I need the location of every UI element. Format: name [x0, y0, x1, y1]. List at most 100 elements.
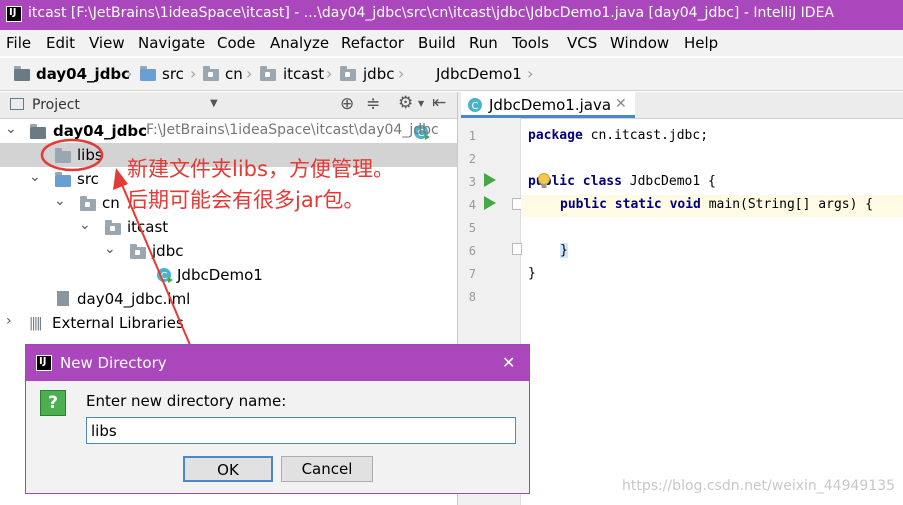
- line-number: 2: [468, 152, 476, 166]
- java-class-icon: C: [468, 98, 482, 112]
- svg-text:C: C: [472, 101, 479, 112]
- tree-item-label: src: [77, 170, 99, 188]
- title-bar: IJ itcast [F:\JetBrains\1ideaSpace\itcas…: [0, 0, 903, 30]
- package-folder-icon: [80, 196, 96, 211]
- chevron-down-icon[interactable]: ▼: [210, 98, 218, 109]
- tree-item-module[interactable]: ⌄ day04_jdbc F:\JetBrains\1ideaSpace\itc…: [0, 119, 457, 143]
- menu-help[interactable]: Help: [684, 34, 718, 52]
- tree-item-label: itcast: [127, 218, 169, 236]
- tree-item-iml[interactable]: day04_jdbc.iml: [0, 287, 457, 311]
- menu-navigate[interactable]: Navigate: [138, 34, 205, 52]
- code-text: cn.itcast.jdbc;: [582, 128, 709, 143]
- tree-item-jdbc[interactable]: ⌄ jdbc: [0, 239, 457, 263]
- tab-jdbcdemo1[interactable]: C JdbcDemo1.java ✕: [461, 92, 635, 118]
- cancel-button[interactable]: Cancel: [281, 456, 373, 482]
- menu-tools[interactable]: Tools: [512, 34, 549, 52]
- project-view-icon: [10, 98, 24, 110]
- tree-item-label: day04_jdbc.iml: [77, 290, 191, 308]
- dialog-title-bar[interactable]: IJ New Directory ✕: [26, 345, 529, 381]
- close-icon[interactable]: ✕: [502, 353, 515, 372]
- tree-item-external-libraries[interactable]: › |||‖ External Libraries: [0, 311, 457, 335]
- folder-icon: [55, 148, 71, 163]
- line-number: 5: [468, 221, 476, 235]
- tree-item-label: jdbc: [152, 242, 184, 260]
- breadcrumb-module[interactable]: day04_jdbc: [36, 65, 130, 83]
- menu-edit[interactable]: Edit: [46, 34, 75, 52]
- menu-build[interactable]: Build: [418, 34, 456, 52]
- code-line-7[interactable]: }: [528, 266, 536, 281]
- chevron-down-icon[interactable]: ⌄: [5, 121, 17, 137]
- tree-item-label: JdbcDemo1: [177, 266, 263, 284]
- dialog-prompt: Enter new directory name:: [86, 392, 287, 410]
- code-line-1[interactable]: package cn.itcast.jdbc;: [528, 128, 708, 143]
- gear-icon[interactable]: ⚙: [398, 93, 413, 113]
- breadcrumb-src[interactable]: src: [162, 65, 184, 83]
- breadcrumb: day04_jdbc › src › cn › itcast › jdbc › …: [0, 58, 903, 140]
- annotation-text-line1: 新建文件夹libs，方便管理。: [127, 157, 394, 181]
- code-keyword: public static void: [560, 197, 701, 212]
- code-text: main(String[] args) {: [700, 197, 874, 212]
- code-line-4[interactable]: public static void main(String[] args) {: [560, 197, 873, 212]
- intellij-logo-icon: IJ: [36, 355, 52, 371]
- menu-view[interactable]: View: [89, 34, 125, 52]
- menu-vcs[interactable]: VCS: [567, 34, 597, 52]
- package-folder-icon: [105, 220, 121, 235]
- breadcrumb-itcast[interactable]: itcast: [283, 65, 324, 83]
- run-icon[interactable]: [483, 172, 497, 188]
- ok-button[interactable]: OK: [183, 456, 273, 482]
- tree-item-itcast[interactable]: ⌄ itcast: [0, 215, 457, 239]
- line-number: 3: [468, 175, 476, 189]
- chevron-right-icon: ›: [126, 64, 133, 83]
- iml-file-icon: [57, 291, 69, 306]
- chevron-right-icon: ›: [190, 64, 197, 83]
- chevron-right-icon: ›: [246, 64, 253, 83]
- chevron-down-icon[interactable]: ⌄: [104, 241, 116, 257]
- package-folder-icon: [130, 244, 146, 259]
- intellij-logo-icon: IJ: [6, 6, 22, 22]
- java-class-icon: C: [157, 268, 173, 283]
- run-icon[interactable]: [483, 195, 497, 211]
- directory-name-input[interactable]: libs: [86, 417, 516, 444]
- source-folder-icon: [140, 66, 156, 81]
- tree-item-class[interactable]: C JdbcDemo1: [0, 263, 457, 287]
- source-folder-icon: [55, 172, 71, 187]
- breadcrumb-cn[interactable]: cn: [225, 65, 243, 83]
- tree-item-label: libs: [77, 146, 103, 164]
- chevron-right-icon: ›: [527, 64, 534, 83]
- collapse-all-icon[interactable]: ≑: [366, 94, 380, 114]
- menu-file[interactable]: File: [6, 34, 31, 52]
- code-line-6[interactable]: }: [560, 243, 568, 258]
- breadcrumb-jdbc[interactable]: jdbc: [363, 65, 394, 83]
- annotation-text-line2: 后期可能会有很多jar包。: [127, 188, 365, 212]
- project-panel-title[interactable]: Project: [32, 97, 80, 113]
- line-number: 7: [468, 267, 476, 281]
- lightbulb-icon[interactable]: [537, 172, 551, 190]
- package-folder-icon: [203, 66, 219, 81]
- menu-window[interactable]: Window: [610, 34, 669, 52]
- menu-run[interactable]: Run: [469, 34, 498, 52]
- menu-analyze[interactable]: Analyze: [270, 34, 329, 52]
- locate-icon[interactable]: ⊕: [340, 94, 354, 114]
- package-folder-icon: [340, 66, 356, 81]
- watermark: https://blog.csdn.net/weixin_44949135: [622, 478, 896, 494]
- code-line-3[interactable]: public class JdbcDemo1 {: [528, 174, 716, 189]
- chevron-down-icon[interactable]: ▼: [418, 99, 424, 108]
- directory-name-value: libs: [91, 422, 117, 440]
- menu-refactor[interactable]: Refactor: [341, 34, 404, 52]
- close-icon[interactable]: ✕: [615, 96, 627, 112]
- menu-code[interactable]: Code: [217, 34, 255, 52]
- tree-item-label: day04_jdbc: [53, 122, 148, 140]
- tree-item-label: External Libraries: [52, 314, 184, 332]
- line-number: 4: [468, 198, 476, 212]
- chevron-down-icon[interactable]: ⌄: [79, 217, 91, 233]
- hide-panel-icon[interactable]: ⇤: [432, 93, 446, 113]
- window-title: itcast [F:\JetBrains\1ideaSpace\itcast] …: [28, 5, 835, 21]
- chevron-down-icon[interactable]: ⌄: [54, 193, 66, 209]
- menu-bar: File Edit View Navigate Code Analyze Ref…: [0, 30, 903, 56]
- chevron-right-icon[interactable]: ›: [6, 313, 12, 329]
- breadcrumb-class[interactable]: JdbcDemo1: [436, 65, 522, 83]
- tab-label: JdbcDemo1.java: [489, 96, 612, 114]
- dialog-title: New Directory: [60, 354, 167, 372]
- chevron-down-icon[interactable]: ⌄: [29, 169, 41, 185]
- fold-icon[interactable]: [512, 243, 522, 255]
